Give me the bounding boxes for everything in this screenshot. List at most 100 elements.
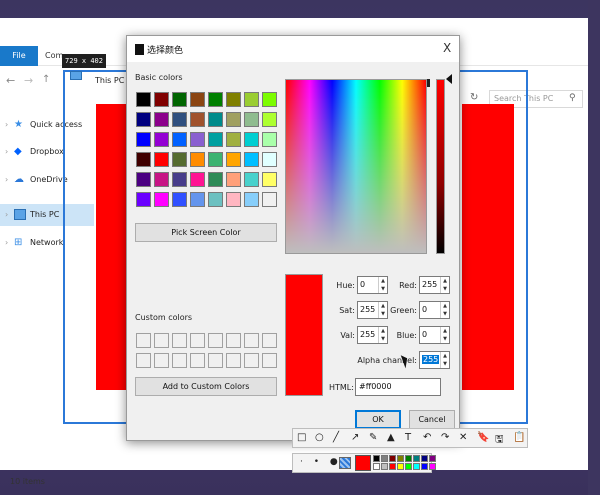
palette-color-swatch[interactable]: [421, 463, 428, 470]
basic-color-swatch[interactable]: [262, 192, 277, 207]
search-icon[interactable]: ⚲: [569, 93, 576, 103]
pick-screen-color-button[interactable]: Pick Screen Color: [135, 223, 277, 242]
chevron-right-icon[interactable]: ›: [5, 147, 8, 156]
basic-color-swatch[interactable]: [208, 172, 223, 187]
basic-color-swatch[interactable]: [244, 92, 259, 107]
basic-color-swatch[interactable]: [244, 172, 259, 187]
basic-color-swatch[interactable]: [172, 132, 187, 147]
palette-color-swatch[interactable]: [405, 455, 412, 462]
palette-color-swatch[interactable]: [413, 463, 420, 470]
basic-color-swatch[interactable]: [190, 192, 205, 207]
basic-color-swatch[interactable]: [262, 152, 277, 167]
back-arrow-icon[interactable]: ←: [6, 74, 15, 87]
fill-pattern-icon[interactable]: [339, 457, 351, 469]
forward-arrow-icon[interactable]: →: [24, 74, 33, 87]
up-arrow-icon[interactable]: ↑: [42, 74, 50, 85]
blue-spinbox[interactable]: 0 ▲ ▼: [419, 326, 450, 344]
basic-color-swatch[interactable]: [172, 192, 187, 207]
toolbar-tool-icon[interactable]: 🔖: [477, 432, 489, 443]
pen-size-selector[interactable]: · • ●: [300, 457, 342, 467]
basic-color-swatch[interactable]: [136, 172, 151, 187]
toolbar-tool-icon[interactable]: ○: [315, 432, 324, 443]
basic-color-swatch[interactable]: [136, 132, 151, 147]
basic-color-swatch[interactable]: [190, 132, 205, 147]
chevron-right-icon[interactable]: ›: [5, 175, 8, 184]
basic-color-swatch[interactable]: [172, 112, 187, 127]
basic-color-swatch[interactable]: [154, 132, 169, 147]
basic-color-swatch[interactable]: [190, 112, 205, 127]
palette-color-swatch[interactable]: [429, 463, 436, 470]
palette-color-swatch[interactable]: [389, 455, 396, 462]
basic-color-swatch[interactable]: [226, 172, 241, 187]
custom-color-slot[interactable]: [136, 353, 151, 368]
red-spinbox[interactable]: 255 ▲ ▼: [419, 276, 450, 294]
custom-color-slot[interactable]: [136, 333, 151, 348]
toolbar-tool-icon[interactable]: □: [297, 432, 306, 443]
custom-color-slot[interactable]: [262, 353, 277, 368]
basic-color-swatch[interactable]: [208, 92, 223, 107]
chevron-right-icon[interactable]: ›: [5, 238, 8, 247]
basic-color-swatch[interactable]: [154, 172, 169, 187]
basic-color-swatch[interactable]: [190, 152, 205, 167]
basic-color-swatch[interactable]: [262, 92, 277, 107]
basic-color-swatch[interactable]: [208, 152, 223, 167]
basic-color-swatch[interactable]: [244, 112, 259, 127]
current-color-swatch[interactable]: [355, 455, 371, 471]
basic-color-swatch[interactable]: [226, 92, 241, 107]
palette-color-swatch[interactable]: [381, 455, 388, 462]
basic-color-swatch[interactable]: [154, 92, 169, 107]
toolbar-tool-icon[interactable]: 📋: [513, 432, 525, 443]
basic-color-swatch[interactable]: [244, 152, 259, 167]
basic-color-swatch[interactable]: [136, 112, 151, 127]
basic-color-swatch[interactable]: [262, 172, 277, 187]
basic-color-swatch[interactable]: [136, 92, 151, 107]
basic-color-swatch[interactable]: [172, 172, 187, 187]
custom-color-slot[interactable]: [154, 333, 169, 348]
palette-color-swatch[interactable]: [389, 463, 396, 470]
custom-color-slot[interactable]: [208, 333, 223, 348]
computer-tab[interactable]: Com: [45, 46, 63, 66]
palette-color-swatch[interactable]: [373, 463, 380, 470]
add-to-custom-colors-button[interactable]: Add to Custom Colors: [135, 377, 277, 396]
palette-color-swatch[interactable]: [405, 463, 412, 470]
toolbar-tool-icon[interactable]: 🖫: [495, 432, 504, 449]
toolbar-tool-icon[interactable]: ↷: [441, 432, 449, 443]
basic-color-swatch[interactable]: [172, 92, 187, 107]
toolbar-tool-icon[interactable]: ↗: [351, 432, 359, 443]
basic-color-swatch[interactable]: [154, 192, 169, 207]
custom-color-slot[interactable]: [172, 353, 187, 368]
palette-color-swatch[interactable]: [397, 463, 404, 470]
basic-color-swatch[interactable]: [208, 132, 223, 147]
basic-color-swatch[interactable]: [136, 152, 151, 167]
toolbar-tool-icon[interactable]: ▲: [387, 432, 395, 443]
basic-color-swatch[interactable]: [154, 152, 169, 167]
basic-color-swatch[interactable]: [154, 112, 169, 127]
custom-color-slot[interactable]: [190, 333, 205, 348]
toolbar-tool-icon[interactable]: ✎: [369, 432, 377, 443]
custom-color-slot[interactable]: [190, 353, 205, 368]
chevron-right-icon[interactable]: ›: [5, 210, 8, 219]
custom-color-slot[interactable]: [226, 353, 241, 368]
basic-color-swatch[interactable]: [190, 172, 205, 187]
basic-color-swatch[interactable]: [226, 132, 241, 147]
value-slider[interactable]: [436, 79, 445, 254]
spin-arrows-icon[interactable]: ▲ ▼: [440, 352, 449, 368]
custom-color-slot[interactable]: [154, 353, 169, 368]
basic-color-swatch[interactable]: [244, 132, 259, 147]
basic-color-swatch[interactable]: [262, 132, 277, 147]
custom-color-slot[interactable]: [244, 333, 259, 348]
ok-button[interactable]: OK: [355, 410, 401, 429]
palette-color-swatch[interactable]: [397, 455, 404, 462]
basic-color-swatch[interactable]: [226, 152, 241, 167]
alpha-spinbox[interactable]: 255 ▲ ▼: [419, 351, 450, 369]
cancel-button[interactable]: Cancel: [409, 410, 455, 429]
basic-color-swatch[interactable]: [262, 112, 277, 127]
basic-color-swatch[interactable]: [136, 192, 151, 207]
basic-color-swatch[interactable]: [172, 152, 187, 167]
toolbar-tool-icon[interactable]: ✕: [459, 432, 467, 443]
palette-color-swatch[interactable]: [413, 455, 420, 462]
basic-color-swatch[interactable]: [208, 192, 223, 207]
basic-color-swatch[interactable]: [190, 92, 205, 107]
html-hex-field[interactable]: #ff0000: [355, 378, 441, 396]
green-spinbox[interactable]: 0 ▲ ▼: [419, 301, 450, 319]
